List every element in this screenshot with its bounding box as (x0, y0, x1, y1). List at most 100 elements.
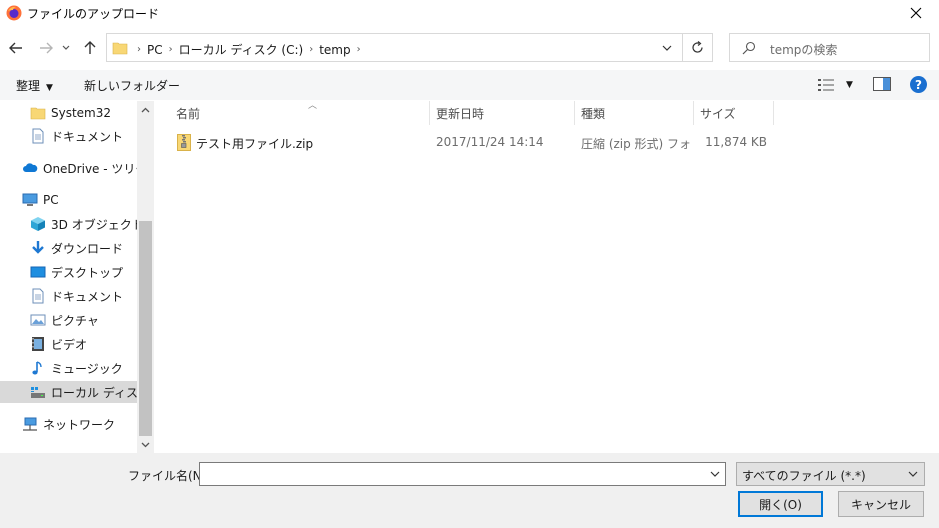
nav-item-documents[interactable]: ドキュメント (0, 125, 137, 147)
nav-item-videos[interactable]: ビデオ (0, 333, 137, 355)
breadcrumb-pc[interactable]: PC (143, 43, 167, 57)
nav-item-label: ピクチャ (51, 313, 99, 328)
nav-item-system32[interactable]: System32 (0, 102, 137, 124)
column-header-modified[interactable]: 更新日時 (430, 101, 575, 125)
scroll-up-button[interactable] (137, 101, 154, 118)
column-header-label: 種類 (581, 106, 606, 121)
document-icon (32, 288, 44, 304)
cloud-icon (23, 163, 38, 172)
folder-icon (30, 107, 46, 120)
navigation-pane: System32 ドキュメント OneDrive - ツリーダ PC 3D オブ… (0, 101, 154, 453)
nav-item-label: ビデオ (51, 337, 88, 352)
column-header-label: 更新日時 (436, 106, 485, 121)
column-header-size[interactable]: サイズ (694, 101, 774, 125)
close-button[interactable] (893, 0, 939, 26)
breadcrumb-separator-icon: › (137, 44, 141, 55)
column-header-type[interactable]: 種類 (575, 101, 694, 125)
filename-combobox[interactable] (199, 462, 726, 486)
filename-dropdown-button[interactable] (707, 466, 723, 482)
nav-scrollbar[interactable] (137, 101, 154, 453)
navigation-bar: › PC › ローカル ディスク (C:) › temp › tempの検索 (0, 30, 939, 66)
preview-pane-button[interactable] (873, 77, 891, 93)
details-view-icon (818, 79, 834, 91)
open-button[interactable]: 開く(O) (738, 491, 823, 517)
music-icon (32, 361, 42, 375)
desktop-icon (30, 266, 46, 278)
chevron-down-icon (662, 45, 672, 51)
arrow-up-icon (84, 41, 96, 54)
nav-item-label: ミュージック (51, 361, 123, 376)
breadcrumb-separator-icon: › (356, 44, 361, 55)
change-view-button[interactable]: ▼ (818, 77, 858, 93)
drive-icon (31, 387, 45, 398)
dialog-footer: ファイル名(N): すべてのファイル (*.*) 開く(O) キャンセル (0, 453, 939, 528)
file-type-filter[interactable]: すべてのファイル (*.*) (736, 462, 925, 486)
breadcrumb-separator-icon: › (309, 44, 314, 55)
nav-item-pc[interactable]: PC (0, 189, 137, 211)
breadcrumb-temp[interactable]: temp (315, 43, 354, 57)
recent-locations-button[interactable] (60, 38, 72, 58)
breadcrumb: › PC › ローカル ディスク (C:) › temp › (135, 41, 363, 58)
nav-item-network[interactable]: ネットワーク (0, 413, 137, 435)
column-header-label: サイズ (700, 106, 736, 121)
column-header-name[interactable]: ︿ 名前 (170, 101, 430, 125)
network-icon (23, 417, 37, 431)
nav-item-label: 3D オブジェクト (51, 217, 137, 232)
filter-dropdown-button[interactable] (906, 467, 920, 481)
search-placeholder: tempの検索 (770, 43, 838, 57)
forward-button[interactable] (36, 38, 56, 58)
scroll-down-button[interactable] (137, 436, 154, 453)
address-history-button[interactable] (660, 40, 674, 56)
firefox-icon (6, 5, 22, 21)
refresh-button[interactable] (683, 33, 713, 62)
nav-item-label: ローカル ディスク (C (51, 385, 137, 400)
document-icon (32, 128, 44, 144)
file-name: テスト用ファイル.zip (196, 137, 314, 151)
nav-item-label: ドキュメント (51, 129, 124, 144)
up-button[interactable] (80, 38, 100, 58)
nav-item-pictures[interactable]: ピクチャ (0, 309, 137, 331)
arrow-left-icon (9, 42, 22, 54)
nav-item-label: ドキュメント (51, 289, 124, 304)
preview-pane-icon (873, 77, 891, 91)
window-title: ファイルのアップロード (27, 7, 160, 21)
chevron-up-icon (141, 107, 150, 112)
title-bar: ファイルのアップロード (0, 0, 939, 26)
search-box[interactable]: tempの検索 (729, 33, 930, 62)
back-button[interactable] (6, 38, 26, 58)
close-icon (910, 7, 922, 19)
organize-label: 整理 (16, 79, 41, 93)
file-modified: 2017/11/24 14:14 (436, 135, 544, 149)
breadcrumb-local-disk[interactable]: ローカル ディスク (C:) (175, 41, 308, 58)
file-row[interactable]: テスト用ファイル.zip 2017/11/24 14:14 圧縮 (zip 形式… (156, 131, 776, 153)
chevron-down-icon (710, 471, 720, 477)
file-size: 11,874 KB (705, 135, 767, 149)
file-type-filter-value: すべてのファイル (*.*) (742, 469, 866, 483)
column-header-label: 名前 (176, 106, 201, 121)
nav-item-label: PC (43, 193, 59, 207)
nav-item-label: ダウンロード (51, 241, 124, 256)
organize-button[interactable]: 整理 ▼ (16, 77, 53, 94)
nav-item-label: ネットワーク (43, 417, 116, 432)
nav-item-documents[interactable]: ドキュメント (0, 285, 137, 307)
address-bar[interactable]: › PC › ローカル ディスク (C:) › temp › (106, 33, 683, 62)
breadcrumb-separator-icon: › (168, 44, 173, 55)
nav-item-music[interactable]: ミュージック (0, 357, 137, 379)
refresh-icon (692, 41, 703, 53)
help-button[interactable]: ? (910, 76, 927, 93)
nav-item-3d-objects[interactable]: 3D オブジェクト (0, 213, 137, 235)
arrow-right-icon (40, 42, 53, 54)
nav-item-local-disk[interactable]: ローカル ディスク (C (0, 381, 137, 403)
search-icon (742, 41, 756, 55)
chevron-down-icon (908, 471, 918, 477)
nav-item-desktop[interactable]: デスクトップ (0, 261, 137, 283)
nav-item-onedrive[interactable]: OneDrive - ツリーダ (0, 157, 137, 179)
nav-item-label: System32 (51, 106, 112, 120)
nav-item-downloads[interactable]: ダウンロード (0, 237, 137, 259)
new-folder-button[interactable]: 新しいフォルダー (84, 77, 180, 94)
cancel-button[interactable]: キャンセル (838, 491, 924, 517)
scroll-thumb[interactable] (139, 221, 152, 436)
nav-item-label: デスクトップ (51, 265, 124, 280)
pc-icon (22, 193, 38, 206)
cube-icon (31, 217, 45, 231)
